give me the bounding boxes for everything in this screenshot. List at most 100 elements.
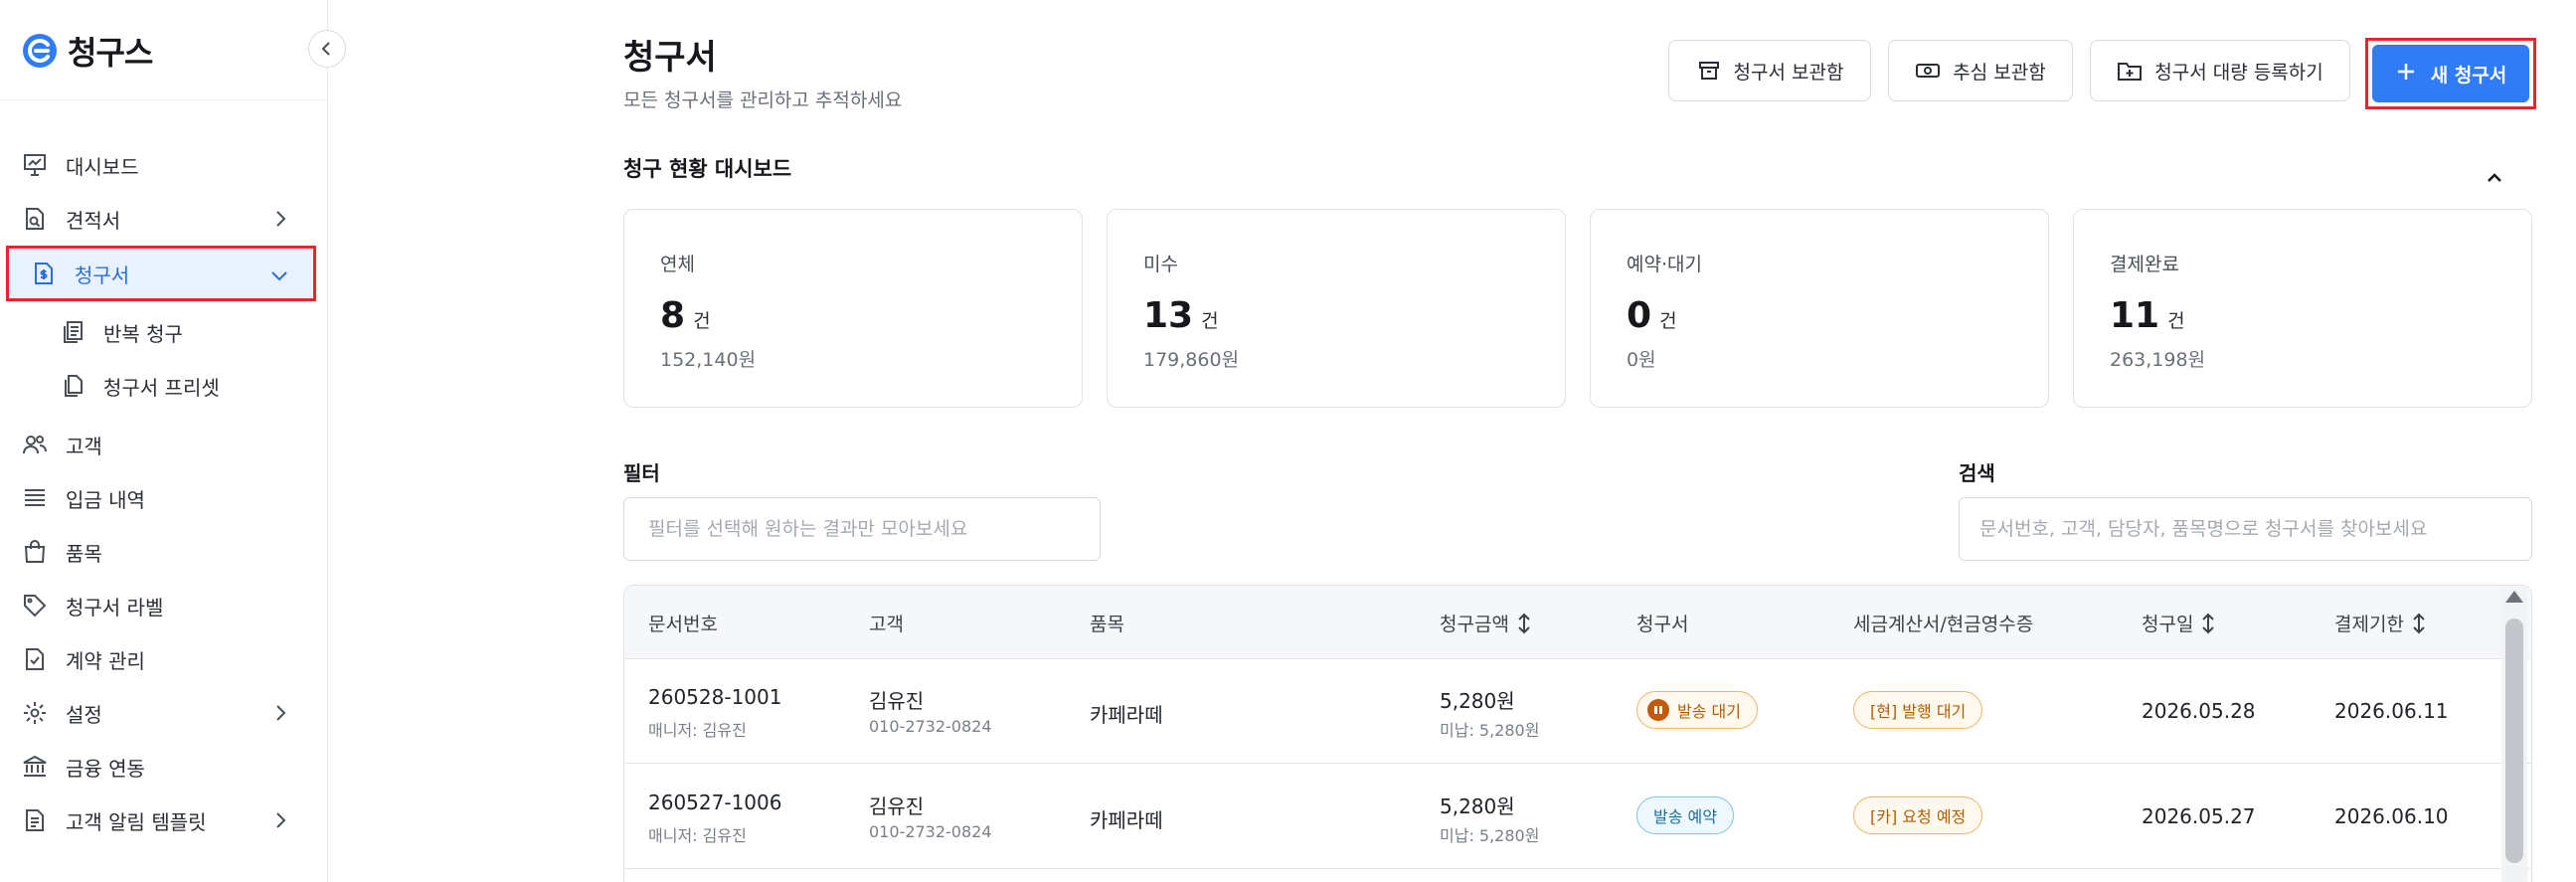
- status-badge[interactable]: 발송 대기: [1636, 691, 1758, 729]
- tax-badge[interactable]: [카] 요청 예정: [1853, 796, 1983, 834]
- manager: 매니저: 김유진: [648, 826, 747, 845]
- sidebar-item-label: 청구서 라벨: [66, 595, 164, 619]
- contract-icon: [22, 646, 48, 672]
- card-label: 연체: [660, 254, 695, 275]
- unpaid-amount: 미납: 5,280원: [1440, 826, 1540, 845]
- sidebar-item-invoices[interactable]: 청구서: [6, 246, 316, 301]
- invoice-doc-icon: [31, 261, 57, 286]
- item-name: 카페라떼: [1090, 703, 1163, 727]
- collapse-dashboard-icon[interactable]: [2482, 165, 2507, 191]
- card-count: 0 건: [1627, 295, 1677, 336]
- tag-icon: [22, 593, 48, 618]
- sidebar-subitem-recurring[interactable]: 반복 청구: [0, 307, 328, 357]
- sidebar-item-deposits[interactable]: 입금 내역: [0, 471, 328, 525]
- sidebar-item-notification-templates[interactable]: 고객 알림 템플릿: [0, 794, 328, 847]
- list-icon: [22, 485, 48, 511]
- bulk-register-button[interactable]: 청구서 대량 등록하기: [2090, 40, 2350, 101]
- filter-input[interactable]: [623, 497, 1101, 561]
- collection-archive-label: 추심 보관함: [1953, 61, 2046, 84]
- sort-icon: [1518, 613, 1530, 633]
- sidebar-item-labels[interactable]: 청구서 라벨: [0, 579, 328, 632]
- sidebar-item-contracts[interactable]: 계약 관리: [0, 632, 328, 686]
- paid-card[interactable]: 결제완료 11 건 263,198원: [2073, 209, 2532, 408]
- sidebar: 청구스 대시보드 견적서 청구서 반복 청구 청구서 프리셋 고객 입금 내역 …: [0, 0, 328, 882]
- card-count-number: 8: [660, 295, 686, 336]
- sidebar-item-banking[interactable]: 금융 연동: [0, 740, 328, 794]
- unpaid-card[interactable]: 미수 13 건 179,860원: [1107, 209, 1566, 408]
- col-customer: 고객: [869, 614, 904, 635]
- unpaid-amount: 미납: 5,280원: [1440, 721, 1540, 740]
- sidebar-item-label: 입금 내역: [66, 487, 145, 512]
- sidebar-item-label: 대시보드: [66, 154, 139, 179]
- invoice-archive-label: 청구서 보관함: [1733, 61, 1844, 84]
- invoice-date: 2026.05.27: [2142, 804, 2256, 828]
- col-doc-no: 문서번호: [648, 614, 718, 635]
- search-label: 검색: [1959, 461, 1995, 485]
- pause-icon: [1647, 699, 1669, 721]
- sidebar-subitem-presets[interactable]: 청구서 프리셋: [0, 361, 328, 411]
- chevron-down-icon: [271, 271, 287, 281]
- sidebar-item-label: 계약 관리: [66, 648, 145, 673]
- customer-name: 김유진: [869, 689, 925, 713]
- sidebar-item-customers[interactable]: 고객: [0, 418, 328, 471]
- card-count-number: 11: [2110, 295, 2160, 336]
- plus-icon: [2395, 61, 2417, 88]
- invoice-date: 2026.05.28: [2142, 699, 2256, 723]
- amount: 5,280원: [1440, 794, 1515, 818]
- logo-icon: [23, 34, 57, 68]
- sidebar-item-label: 설정: [66, 702, 102, 727]
- scroll-up-arrow-icon[interactable]: [2505, 591, 2523, 603]
- status-label: 발송 대기: [1677, 702, 1741, 721]
- card-amount: 152,140원: [660, 349, 757, 371]
- page-title: 청구서: [623, 38, 717, 78]
- stack-docs-icon: [60, 319, 86, 345]
- shopping-bag-icon: [22, 539, 48, 565]
- doc-no: 260528-1001: [648, 685, 782, 709]
- col-date: 청구일: [2142, 614, 2194, 635]
- sidebar-item-label: 고객: [66, 434, 102, 458]
- tax-badge[interactable]: [현] 발행 대기: [1853, 691, 1983, 729]
- sidebar-item-dashboard[interactable]: 대시보드: [0, 138, 328, 192]
- table-row[interactable]: 260527-1006 매니저: 김유진 김유진 010-2732-0824 카…: [624, 765, 2531, 869]
- sidebar-item-settings[interactable]: 설정: [0, 686, 328, 740]
- chevron-left-icon: [321, 42, 330, 56]
- search-input[interactable]: [1959, 497, 2532, 561]
- sidebar-item-label: 청구서: [75, 263, 130, 287]
- cash-icon: [1915, 58, 1941, 84]
- sidebar-item-quotes[interactable]: 견적서: [0, 192, 328, 246]
- invoice-archive-button[interactable]: 청구서 보관함: [1668, 40, 1871, 101]
- new-invoice-button[interactable]: 새 청구서: [2372, 45, 2529, 102]
- sidebar-divider: [0, 99, 328, 100]
- card-label: 미수: [1143, 254, 1178, 275]
- col-invoice: 청구서: [1636, 614, 1689, 635]
- collection-archive-button[interactable]: 추심 보관함: [1888, 40, 2073, 101]
- col-amount-sort[interactable]: 청구금액: [1440, 610, 1533, 636]
- card-amount: 179,860원: [1143, 349, 1240, 371]
- card-count: 11 건: [2110, 295, 2185, 336]
- dashboard-title: 청구 현황 대시보드: [623, 157, 792, 181]
- sidebar-item-label: 품목: [66, 541, 102, 566]
- scheduled-card[interactable]: 예약·대기 0 건 0원: [1590, 209, 2049, 408]
- app-logo[interactable]: 청구스: [22, 28, 153, 74]
- chevron-right-icon: [276, 812, 286, 828]
- sidebar-item-products[interactable]: 품목: [0, 525, 328, 579]
- table-row[interactable]: 260528-1001 매니저: 김유진 김유진 010-2732-0824 카…: [624, 659, 2531, 764]
- sidebar-subitem-label: 반복 청구: [103, 321, 183, 346]
- sidebar-item-label: 견적서: [66, 208, 121, 233]
- sidebar-collapse-button[interactable]: [308, 30, 346, 68]
- card-count: 13 건: [1143, 295, 1219, 336]
- customer-phone: 010-2732-0824: [869, 717, 992, 736]
- table-header: 문서번호 고객 품목 청구금액 청구서 세금계산서/현금영수증 청구일 결제기한: [624, 586, 2531, 659]
- filter-label: 필터: [623, 461, 660, 485]
- overdue-card[interactable]: 연체 8 건 152,140원: [623, 209, 1083, 408]
- col-date-sort[interactable]: 청구일: [2142, 610, 2217, 636]
- status-badge[interactable]: 발송 예약: [1636, 796, 1734, 834]
- customer-phone: 010-2732-0824: [869, 822, 992, 841]
- card-label: 결제완료: [2110, 254, 2179, 275]
- card-count-unit: 건: [1659, 310, 1677, 332]
- card-amount: 263,198원: [2110, 349, 2206, 371]
- col-due-sort[interactable]: 결제기한: [2334, 610, 2428, 636]
- sidebar-item-label: 금융 연동: [66, 756, 145, 781]
- col-due: 결제기한: [2334, 614, 2404, 635]
- scrollbar-thumb[interactable]: [2505, 618, 2523, 863]
